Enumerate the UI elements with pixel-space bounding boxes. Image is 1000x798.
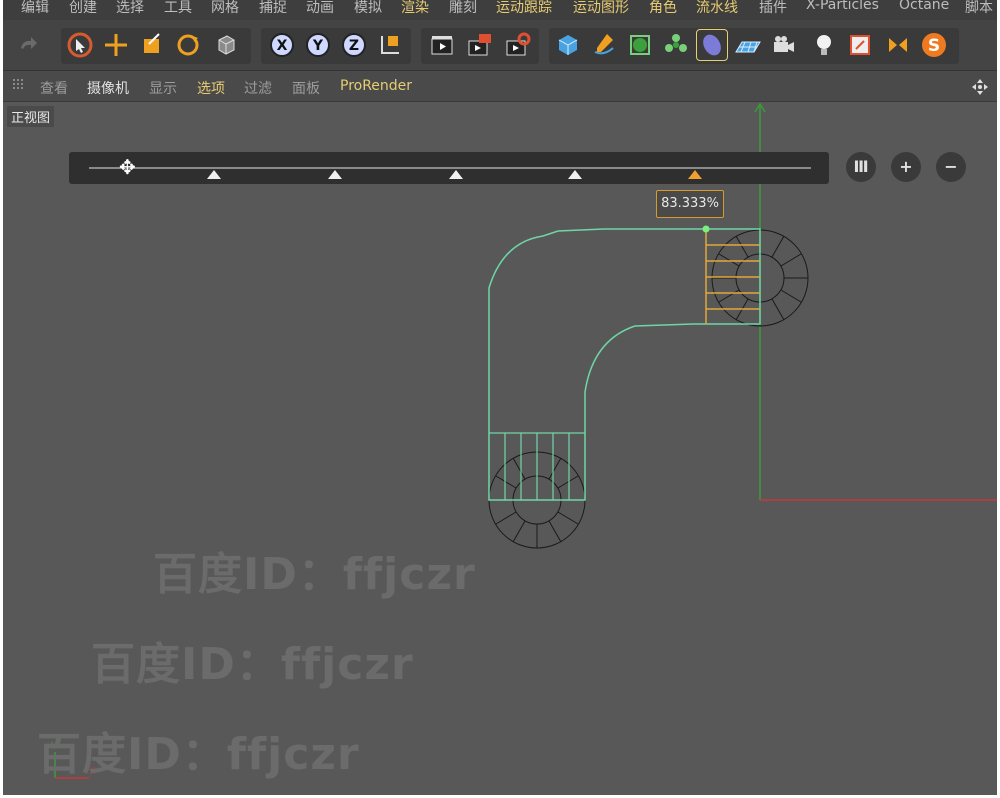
render-view-icon[interactable] xyxy=(427,30,457,60)
svg-text:X: X xyxy=(277,38,288,54)
sweep-segments-highlighted xyxy=(705,229,760,324)
menu-character[interactable]: 角色 xyxy=(649,0,677,17)
x-axis-icon[interactable]: X xyxy=(267,30,297,60)
cloner-icon[interactable] xyxy=(661,30,691,60)
menu-plugins[interactable]: 插件 xyxy=(759,0,787,17)
light-icon[interactable] xyxy=(809,30,839,60)
view-menu-display[interactable]: 显示 xyxy=(149,78,177,98)
deformer-icon[interactable] xyxy=(696,29,728,61)
menu-select[interactable]: 选择 xyxy=(116,0,144,17)
slider-percent-readout: 83.333% xyxy=(656,190,724,218)
view-menu-view[interactable]: 查看 xyxy=(40,78,68,98)
slider-remove-button[interactable]: − xyxy=(936,152,966,182)
menu-tools[interactable]: 工具 xyxy=(164,0,192,17)
slider-knot-1[interactable] xyxy=(207,170,221,179)
slider-pause-button[interactable]: Ⅲ xyxy=(846,152,876,182)
sweep-end-point[interactable] xyxy=(702,225,710,233)
view-menu-options[interactable]: 选项 xyxy=(197,78,225,98)
menu-render[interactable]: 渲染 xyxy=(401,0,429,17)
menu-create[interactable]: 创建 xyxy=(69,0,97,17)
pen-spline-icon[interactable] xyxy=(589,30,619,60)
effector-icon[interactable] xyxy=(883,30,913,60)
grip-icon[interactable] xyxy=(11,77,27,93)
y-axis-icon[interactable]: Y xyxy=(303,30,333,60)
view-menu-cameras[interactable]: 摄像机 xyxy=(87,78,129,98)
view-menu-panel[interactable]: 面板 xyxy=(292,78,320,98)
viewport-label: 正视图 xyxy=(7,106,55,127)
sweep-segments-bottom xyxy=(489,432,585,500)
slider-knot-3[interactable] xyxy=(449,170,463,179)
menu-motion-tracking[interactable]: 运动跟踪 xyxy=(496,0,552,17)
render-to-picture-viewer-icon[interactable] xyxy=(465,30,495,60)
scale-icon[interactable] xyxy=(137,30,167,60)
camera-icon[interactable] xyxy=(769,30,799,60)
menu-edit[interactable]: 编辑 xyxy=(21,0,49,17)
coordinate-system-icon[interactable] xyxy=(375,30,405,60)
main-toolbar: X Y Z S xyxy=(3,20,997,71)
watermark-3: 百度ID：ffjczr xyxy=(37,729,360,780)
subdivision-surface-icon[interactable] xyxy=(625,30,655,60)
svg-text:Y: Y xyxy=(312,38,324,54)
menu-x-particles[interactable]: X-Particles xyxy=(806,0,879,13)
view-menu-prorender[interactable]: ProRender xyxy=(340,78,412,94)
menu-sculpt[interactable]: 雕刻 xyxy=(449,0,477,17)
tag-icon[interactable] xyxy=(845,30,875,60)
floor-icon[interactable] xyxy=(733,30,763,60)
render-settings-icon[interactable] xyxy=(503,30,533,60)
cinema4d-window: 编辑 创建 选择 工具 网格 捕捉 动画 模拟 渲染 雕刻 运动跟踪 运动图形 … xyxy=(3,0,997,795)
z-axis-icon[interactable]: Z xyxy=(339,30,369,60)
menu-pipeline[interactable]: 流水线 xyxy=(696,0,738,17)
view-menu-filter[interactable]: 过滤 xyxy=(244,78,272,98)
svg-text:S: S xyxy=(928,36,940,56)
menu-simulate[interactable]: 模拟 xyxy=(354,0,382,17)
move-icon[interactable] xyxy=(101,30,131,60)
slider-knot-2[interactable] xyxy=(328,170,342,179)
watermark-1: 百度ID：ffjczr xyxy=(153,549,476,600)
slider-knot-4[interactable] xyxy=(568,170,582,179)
slider-add-button[interactable]: + xyxy=(891,152,921,182)
slider-knot-5-active[interactable] xyxy=(688,170,702,179)
navigate-move-icon[interactable] xyxy=(971,78,989,96)
slider-line xyxy=(89,167,811,169)
live-selection-icon[interactable] xyxy=(65,30,95,60)
menu-script[interactable]: 脚本 xyxy=(965,0,993,17)
sweep-outline[interactable] xyxy=(488,228,761,501)
menu-animate[interactable]: 动画 xyxy=(306,0,334,17)
redo-icon[interactable] xyxy=(13,30,43,60)
watermark-2: 百度ID：ffjczr xyxy=(91,639,414,690)
menu-mesh[interactable]: 网格 xyxy=(211,0,239,17)
cube-icon[interactable] xyxy=(553,30,583,60)
sweep-growth-slider[interactable] xyxy=(69,152,829,184)
recent-tool-icon[interactable] xyxy=(211,30,241,60)
menu-snap[interactable]: 捕捉 xyxy=(259,0,287,17)
rotate-icon[interactable] xyxy=(173,30,203,60)
menu-octane[interactable]: Octane xyxy=(899,0,949,13)
move-cursor-icon: ✥ xyxy=(119,155,136,179)
main-menu-bar: 编辑 创建 选择 工具 网格 捕捉 动画 模拟 渲染 雕刻 运动跟踪 运动图形 … xyxy=(3,0,997,20)
front-viewport[interactable]: Y X 正视图 ✥ 83.333% Ⅲ + − 百度ID：ffjczr 百度ID… xyxy=(3,102,997,795)
svg-text:Z: Z xyxy=(349,38,359,54)
menu-mograph[interactable]: 运动图形 xyxy=(573,0,629,17)
octane-s-icon[interactable]: S xyxy=(919,30,949,60)
viewport-menu-bar: 查看 摄像机 显示 选项 过滤 面板 ProRender xyxy=(3,71,997,102)
